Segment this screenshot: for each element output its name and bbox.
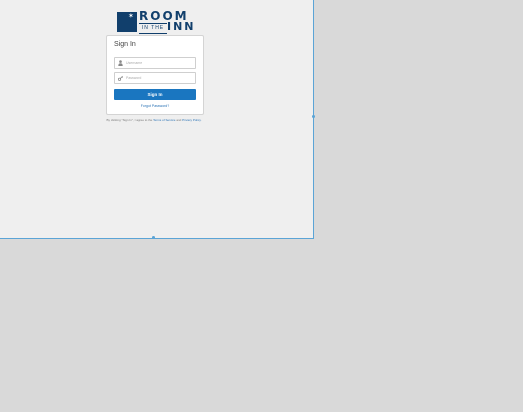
privacy-policy-link[interactable]: Privacy Policy. [182,118,201,122]
resize-handle-bottom[interactable] [152,236,155,239]
logo-inn-text: INN [167,20,196,33]
sign-in-card: Sign In Sign In Forgot Password? [106,35,204,115]
star-icon: ✶ [128,13,134,20]
logo-in-the-text: IN THE [139,23,167,34]
password-input[interactable] [126,73,192,83]
room-in-the-inn-logo: ✶ ROOM IN THE INN [117,10,196,34]
password-field[interactable] [114,72,196,84]
forgot-password-link[interactable]: Forgot Password? [107,104,203,108]
user-icon [118,60,123,66]
terms-prefix: By clicking "Sign In", I agree to the [106,118,153,122]
username-input[interactable] [126,58,192,68]
terms-of-service-link[interactable]: Terms of Service [153,118,175,122]
terms-and: and [176,118,182,122]
resize-handle-right[interactable] [312,115,315,118]
sign-in-heading: Sign In [114,41,136,48]
key-icon [117,75,123,81]
browser-viewport: ✶ ROOM IN THE INN Sign In Username Sign … [0,0,315,239]
sign-in-button[interactable]: Sign In [114,89,196,100]
terms-notice: By clicking "Sign In", I agree to the Te… [104,118,204,122]
logo-mark: ✶ [117,12,137,32]
username-field[interactable] [114,57,196,69]
